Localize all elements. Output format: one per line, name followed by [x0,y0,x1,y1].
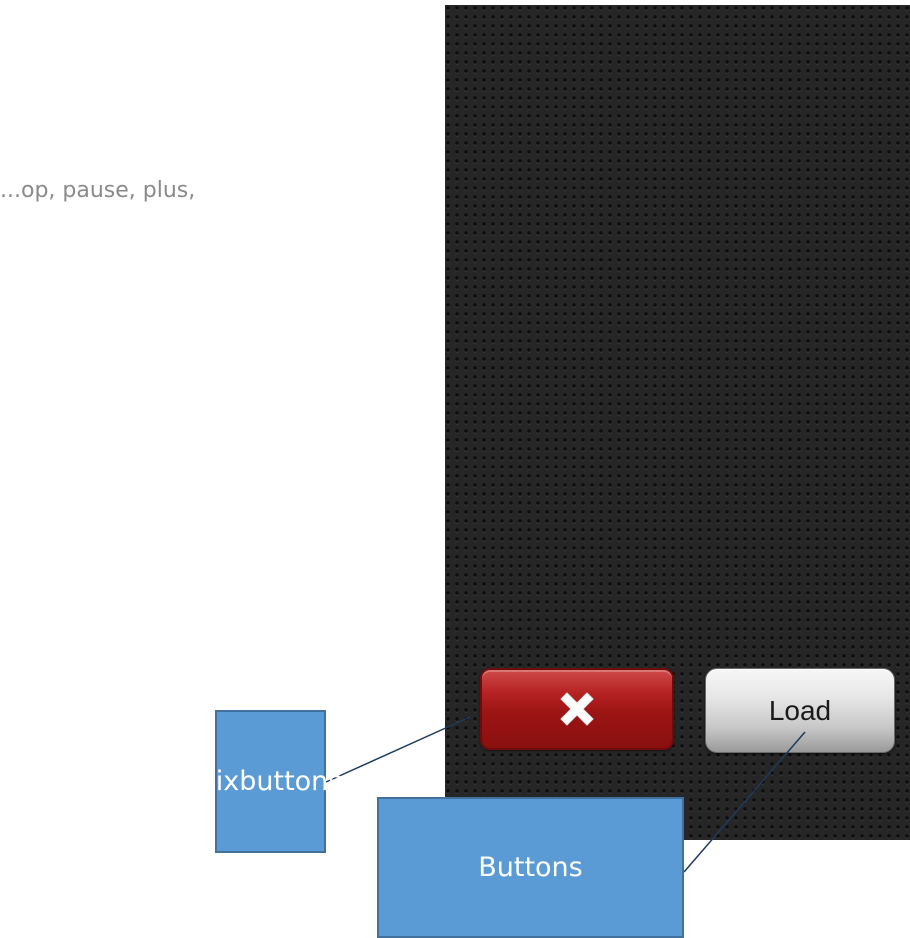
pixbuttons-callout-label: pixbuttons [199,710,342,853]
close-x-icon [560,692,594,726]
description-text-fragment: ...op, pause, plus, [0,178,196,203]
delete-pixbutton[interactable] [480,668,674,750]
load-button[interactable]: Load [705,668,895,753]
buttons-callout-label: Buttons [377,797,684,938]
